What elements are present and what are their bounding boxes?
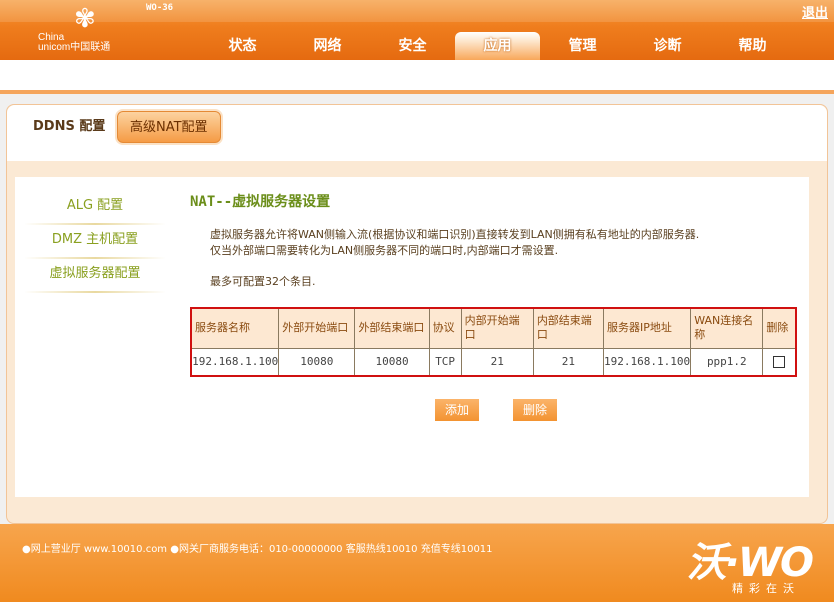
col-server-name: 服务器名称 — [190, 307, 280, 349]
cell-delete — [762, 347, 797, 377]
sidebar-item-dmz[interactable]: DMZ 主机配置 — [25, 225, 165, 259]
table-header-row: 服务器名称 外部开始端口 外部结束端口 协议 内部开始端口 内部结束端口 服务器… — [190, 307, 797, 349]
tab-advanced-nat[interactable]: 高级NAT配置 — [117, 111, 221, 143]
add-button[interactable]: 添加 — [435, 399, 479, 421]
virtual-server-table: 服务器名称 外部开始端口 外部结束端口 协议 内部开始端口 内部结束端口 服务器… — [190, 307, 797, 377]
delete-button[interactable]: 删除 — [513, 399, 557, 421]
col-wan-connection: WAN连接名称 — [690, 307, 764, 349]
nav-diagnostics[interactable]: 诊断 — [625, 32, 710, 60]
sidebar: ALG 配置 DMZ 主机配置 虚拟服务器配置 — [25, 191, 165, 293]
cell-ext-start-port: 10080 — [278, 347, 356, 377]
wo-logo: 沃·WO 精彩在沃 — [678, 532, 818, 595]
brand-line2: unicom中国联通 — [38, 42, 111, 53]
description-line2: 仅当外部端口需要转化为LAN侧服务器不同的端口时,内部端口才需设置. — [210, 244, 559, 257]
description-line1: 虚拟服务器允许将WAN侧输入流(根据协议和端口识别)直接转发到LAN侧拥有私有地… — [210, 228, 700, 241]
main-content: NAT--虚拟服务器设置 虚拟服务器允许将WAN侧输入流(根据协议和端口识别)直… — [190, 191, 800, 421]
main-nav: 状态 网络 安全 应用 管理 诊断 帮助 — [200, 32, 795, 60]
max-entries-note: 最多可配置32个条目. — [210, 275, 316, 288]
sidebar-item-alg[interactable]: ALG 配置 — [25, 191, 165, 225]
cell-int-end-port: 21 — [532, 347, 604, 377]
cell-wan-connection: ppp1.2 — [690, 347, 764, 377]
device-model: WO-36 — [146, 3, 174, 13]
sub-nav-bar — [0, 60, 834, 94]
content-panel: ALG 配置 DMZ 主机配置 虚拟服务器配置 NAT--虚拟服务器设置 虚拟服… — [15, 177, 809, 497]
col-int-start-port: 内部开始端口 — [460, 307, 534, 349]
nav-network[interactable]: 网络 — [285, 32, 370, 60]
table-row: 192.168.1.100 10080 10080 TCP 21 21 192.… — [190, 347, 797, 377]
col-delete: 删除 — [762, 307, 797, 349]
col-ext-start-port: 外部开始端口 — [278, 307, 356, 349]
logout-link[interactable]: 退出 — [802, 2, 828, 21]
col-server-ip: 服务器IP地址 — [602, 307, 692, 349]
nav-status[interactable]: 状态 — [200, 32, 285, 60]
col-int-end-port: 内部结束端口 — [532, 307, 604, 349]
page-title: NAT--虚拟服务器设置 — [190, 194, 331, 210]
nav-help[interactable]: 帮助 — [710, 32, 795, 60]
sidebar-item-virtual-server[interactable]: 虚拟服务器配置 — [25, 259, 165, 293]
nav-management[interactable]: 管理 — [540, 32, 625, 60]
unicom-knot-icon: ✾ — [74, 4, 96, 34]
nav-application[interactable]: 应用 — [455, 32, 540, 60]
cell-ext-end-port: 10080 — [354, 347, 430, 377]
main-frame: DDNS 配置 高级NAT配置 ALG 配置 DMZ 主机配置 虚拟服务器配置 … — [6, 104, 828, 524]
nav-security[interactable]: 安全 — [370, 32, 455, 60]
wo-slogan: 精彩在沃 — [732, 582, 800, 595]
delete-checkbox[interactable] — [773, 356, 786, 369]
china-unicom-logo: ✾ China unicom中国联通 — [36, 6, 126, 56]
tab-bar: DDNS 配置 高级NAT配置 — [7, 105, 827, 161]
footer: ●网上营业厅 www.10010.com ●网关厂商服务电话：010-00000… — [0, 524, 834, 602]
col-ext-end-port: 外部结束端口 — [354, 307, 430, 349]
cell-int-start-port: 21 — [460, 347, 534, 377]
cell-protocol: TCP — [428, 347, 462, 377]
cell-server-ip: 192.168.1.100 — [602, 347, 692, 377]
top-header: ✾ China unicom中国联通 WO-36 退出 状态 网络 安全 应用 … — [0, 0, 834, 60]
footer-links: ●网上营业厅 www.10010.com ●网关厂商服务电话：010-00000… — [22, 544, 493, 555]
cell-server-name: 192.168.1.100 — [190, 347, 280, 377]
col-protocol: 协议 — [428, 307, 462, 349]
tab-ddns[interactable]: DDNS 配置 — [21, 111, 117, 143]
description: 虚拟服务器允许将WAN侧输入流(根据协议和端口识别)直接转发到LAN侧拥有私有地… — [210, 227, 800, 259]
